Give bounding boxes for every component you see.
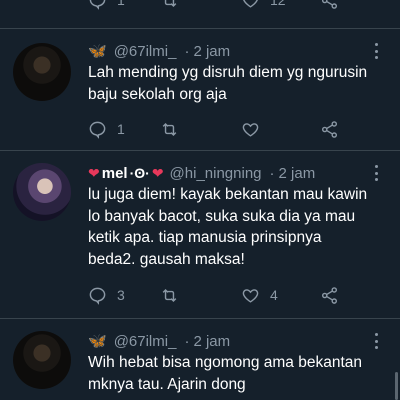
butterfly-icon: 🦋 [88,43,107,60]
tweet-line: mknya tau. Ajarin dong [88,375,246,393]
heart-icon: ❤ [151,164,164,181]
retweet-icon [162,288,177,302]
butterfly-icon: 🦋 [88,333,107,350]
avatar[interactable] [13,43,71,101]
heart-icon: ❤ [88,164,100,181]
tweet-header: ❤ mel ·ʘ· ❤ @hi_ningning · 2 jam [88,163,388,183]
timestamp[interactable]: 2 jam [279,165,316,182]
display-name-emoji: ·ʘ· [129,165,150,181]
separator: · [184,332,190,350]
separator: · [184,42,190,60]
tweet-line: lu juga diem! kayak bekantan mau kawin [88,186,368,203]
action-bar: 1 [88,119,360,139]
user-handle[interactable]: @hi_ningning [170,165,262,182]
tweet-line: beda2. gausah maksa! [88,250,245,268]
more-icon[interactable] [374,333,378,349]
reply-icon [89,0,106,10]
share-icon [321,120,338,138]
avatar[interactable] [13,331,71,389]
like-button[interactable]: 12 [241,0,286,10]
retweet-icon [164,0,177,7]
tweet-header: 🦋 @67ilmi_ · 2 jam [88,331,388,351]
share-icon [321,286,338,304]
user-handle[interactable]: @67ilmi_ [114,43,177,60]
scrollbar[interactable] [395,372,398,400]
action-bar: 3 4 [88,285,360,305]
retweet-button[interactable] [160,119,179,139]
share-button[interactable] [320,119,339,139]
like-icon [242,288,259,303]
reply-button[interactable]: 1 [88,119,125,139]
like-icon [243,0,258,8]
separator: · [269,164,275,182]
reply-count: 1 [117,0,125,8]
like-icon [242,122,259,137]
share-button[interactable] [320,0,339,10]
tweet-line: lo banyak bacot, suka suka dia ya mau [88,207,356,225]
tweet-header: 🦋 @67ilmi_ · 2 jam [88,41,388,61]
tweet[interactable]: 🦋 @67ilmi_ · 2 jam Wih hebat bisa ngomon… [0,319,400,400]
like-button[interactable]: 4 [241,285,278,305]
more-icon[interactable] [374,43,378,59]
reply-count: 1 [117,121,125,137]
avatar[interactable] [13,163,71,221]
previous-tweet-action-bar: 1 12 [0,0,400,16]
reply-button[interactable]: 3 [88,285,125,305]
reply-icon [89,287,106,305]
user-handle[interactable]: @67ilmi_ [114,333,177,350]
like-count: 4 [270,287,278,303]
tweet[interactable]: ❤ mel ·ʘ· ❤ @hi_ningning · 2 jam lu juga… [0,151,400,318]
retweet-button[interactable] [160,285,179,305]
tweet[interactable]: 🦋 @67ilmi_ · 2 jam Lah mending yg disruh… [0,29,400,150]
retweet-button[interactable] [160,0,179,10]
tweet-line: Wih hebat bisa ngomong ama bekantan [88,354,363,371]
tweet-line: Lah mending yg disruh diem yg ngurusin [88,64,368,81]
retweet-icon [162,122,177,136]
like-button[interactable] [241,119,260,139]
tweet-text: Lah mending yg disruh diem yg ngurusin b… [88,62,390,105]
more-icon[interactable] [374,165,378,181]
reply-icon [89,121,106,139]
tweet-text: Wih hebat bisa ngomong ama bekantan mkny… [88,352,390,395]
like-count: 12 [270,0,286,8]
tweet-line: baju sekolah org aja [88,85,227,103]
display-name[interactable]: mel [102,165,128,182]
timestamp[interactable]: 2 jam [193,333,230,350]
tweet-line: ketik apa. tiap manusia prinsipnya [88,229,322,246]
reply-count: 3 [117,287,125,303]
tweet-text: lu juga diem! kayak bekantan mau kawin l… [88,184,390,270]
reply-button[interactable]: 1 [88,0,125,10]
share-icon [321,0,338,9]
share-button[interactable] [320,285,339,305]
timestamp[interactable]: 2 jam [193,43,230,60]
